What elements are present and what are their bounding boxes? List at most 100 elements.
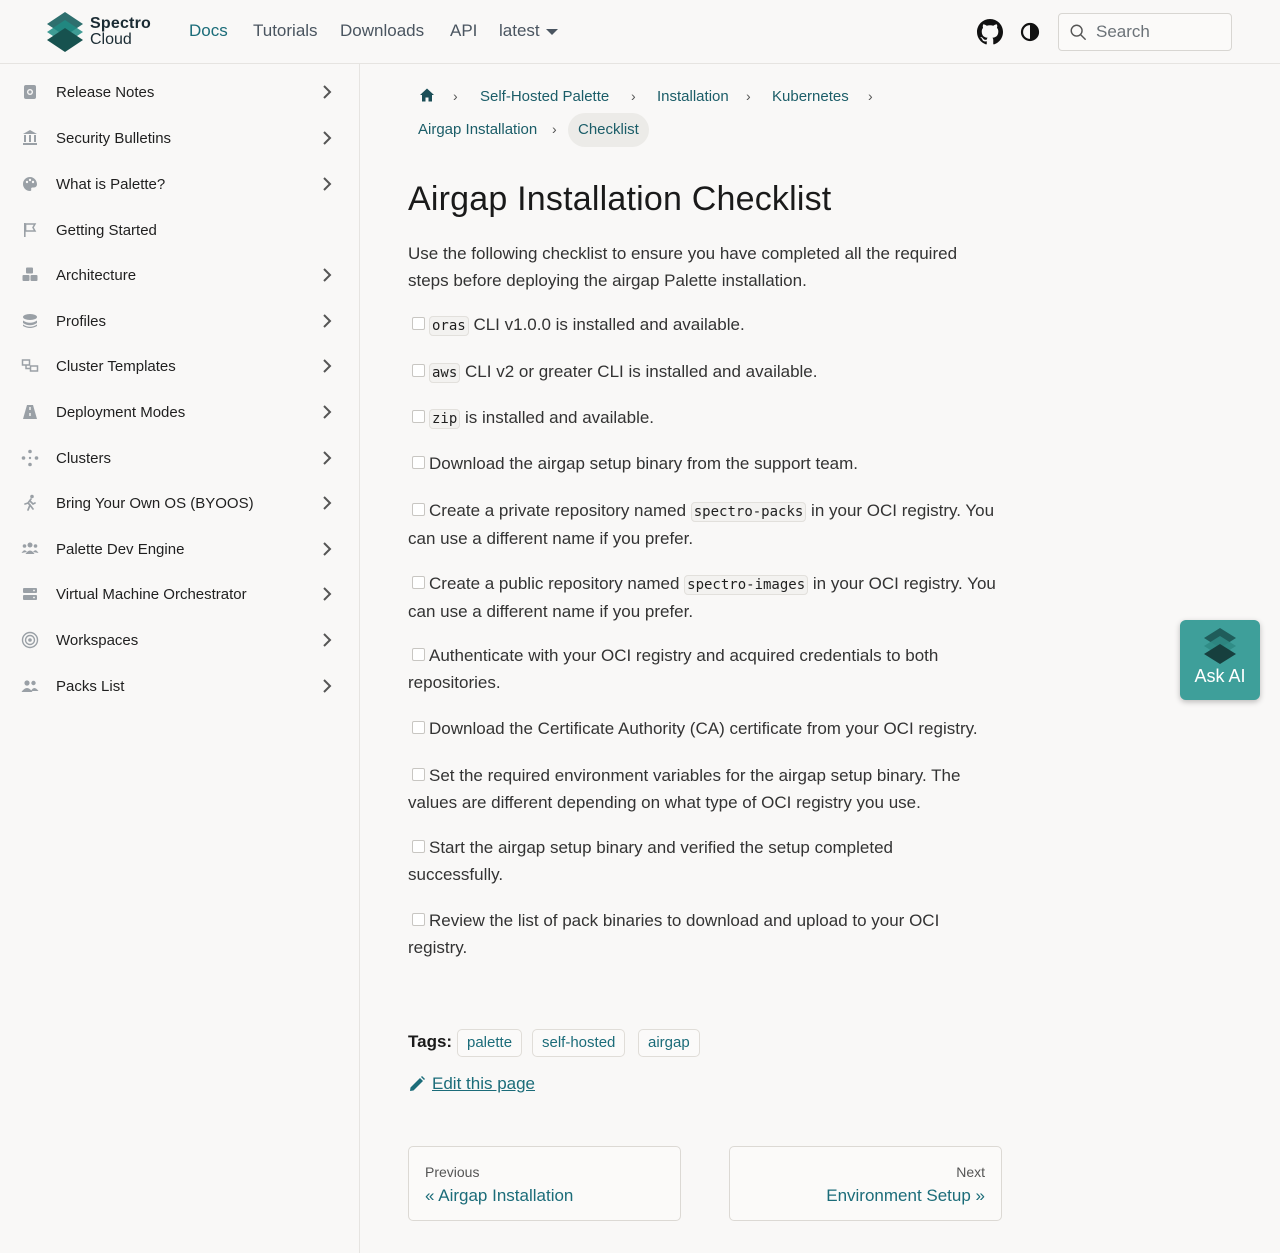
chevron-right-icon[interactable] <box>320 177 334 191</box>
sidebar-item-security-bulletins[interactable]: Security Bulletins <box>0 118 359 158</box>
breadcrumb-installation[interactable]: Installation <box>657 88 729 105</box>
edit-page-label: Edit this page <box>432 1074 536 1093</box>
chevron-right-icon[interactable] <box>320 587 334 601</box>
tag-self-hosted[interactable]: self-hosted <box>532 1029 626 1057</box>
tags-label: Tags: <box>408 1032 453 1051</box>
workspace-icon <box>21 631 39 649</box>
sidebar-item-label: Security Bulletins <box>56 129 172 147</box>
sidebar-item-workspaces[interactable]: Workspaces <box>0 620 359 660</box>
pager-prev-label: « Airgap Installation <box>425 1186 574 1205</box>
tag-palette[interactable]: palette <box>457 1029 523 1057</box>
chevron-right-icon[interactable] <box>320 496 334 510</box>
sidebar-item-getting-started[interactable]: Getting Started <box>0 210 359 250</box>
sidebar-item-byoos[interactable]: Bring Your Own OS (BYOOS) <box>0 483 359 523</box>
theme-toggle-icon[interactable] <box>1020 22 1040 42</box>
task-item: zip is installed and available. <box>408 405 1008 433</box>
inline-code: zip <box>429 409 461 429</box>
nav-tutorials[interactable]: Tutorials <box>253 21 318 41</box>
task-text: Authenticate with your OCI registry and … <box>408 646 939 692</box>
sidebar-item-label: Virtual Machine Orchestrator <box>56 585 247 603</box>
task-checkbox[interactable] <box>412 648 425 661</box>
task-checkbox[interactable] <box>412 503 425 516</box>
sidebar-item-clusters[interactable]: Clusters <box>0 438 359 478</box>
sidebar-item-vm-orchestrator[interactable]: Virtual Machine Orchestrator <box>0 574 359 614</box>
search-icon <box>1070 24 1086 40</box>
sidebar-item-architecture[interactable]: Architecture <box>0 255 359 295</box>
cubes-icon <box>21 266 39 284</box>
ask-ai-button[interactable]: Ask AI <box>1180 620 1260 700</box>
search-placeholder: Search <box>1096 22 1150 41</box>
version-label: latest <box>499 21 540 40</box>
chevron-right-icon[interactable] <box>320 268 334 282</box>
sidebar-item-profiles[interactable]: Profiles <box>0 301 359 341</box>
nav-downloads[interactable]: Downloads <box>340 21 424 41</box>
chevron-right-icon[interactable] <box>320 314 334 328</box>
sidebar-item-label: Architecture <box>56 266 137 284</box>
chevron-right-icon[interactable] <box>320 451 334 465</box>
nav-docs[interactable]: Docs <box>189 21 228 41</box>
spectro-cloud-logo[interactable]: Spectro Cloud <box>47 12 151 52</box>
breadcrumb-airgap-installation[interactable]: Airgap Installation <box>418 121 537 138</box>
sidebar-item-label: Clusters <box>56 449 112 467</box>
task-checkbox[interactable] <box>412 840 425 853</box>
inline-code: spectro-packs <box>690 502 807 522</box>
task-checkbox[interactable] <box>412 913 425 926</box>
task-item: Download the Certificate Authority (CA) … <box>408 716 1008 743</box>
chevron-right-icon[interactable] <box>320 359 334 373</box>
github-icon[interactable] <box>977 19 1003 45</box>
task-item: Set the required environment variables f… <box>408 763 978 816</box>
clusters-icon <box>21 449 39 467</box>
chevron-right-icon[interactable] <box>320 131 334 145</box>
logo-line1: Spectro <box>90 15 151 32</box>
nav-api[interactable]: API <box>450 21 477 41</box>
breadcrumb-current: Checklist <box>568 113 649 147</box>
sidebar-item-cluster-templates[interactable]: Cluster Templates <box>0 346 359 386</box>
pagination-next[interactable]: Next Environment Setup » <box>729 1146 1002 1221</box>
chevron-right-icon[interactable] <box>320 633 334 647</box>
breadcrumb-separator-icon: › <box>631 88 636 104</box>
task-checkbox[interactable] <box>412 721 425 734</box>
logo-line2: Cloud <box>90 31 132 48</box>
server-icon <box>21 585 39 603</box>
pagination-previous[interactable]: Previous « Airgap Installation <box>408 1146 681 1221</box>
task-checkbox[interactable] <box>412 410 425 423</box>
tag-airgap[interactable]: airgap <box>638 1029 700 1057</box>
chevron-right-icon[interactable] <box>320 679 334 693</box>
task-checkbox[interactable] <box>412 768 425 781</box>
task-checkbox[interactable] <box>412 317 425 330</box>
home-icon[interactable] <box>419 87 435 103</box>
inline-code: aws <box>429 363 461 383</box>
file-search-icon <box>21 83 39 101</box>
task-text: Review the list of pack binaries to down… <box>408 911 940 957</box>
task-item: Download the airgap setup binary from th… <box>408 451 1008 478</box>
edit-page-link[interactable]: Edit this page <box>408 1074 535 1094</box>
sidebar-item-label: Workspaces <box>56 631 139 649</box>
sidebar-item-release-notes[interactable]: Release Notes <box>0 72 359 112</box>
version-dropdown[interactable]: latest <box>499 21 558 41</box>
sidebar-item-label: Release Notes <box>56 83 155 101</box>
task-item: Review the list of pack binaries to down… <box>408 908 958 961</box>
sidebar-item-label: Deployment Modes <box>56 403 186 421</box>
breadcrumb-separator-icon: › <box>746 88 751 104</box>
task-checkbox[interactable] <box>412 364 425 377</box>
sidebar-item-deployment-modes[interactable]: Deployment Modes <box>0 392 359 432</box>
breadcrumb-kubernetes[interactable]: Kubernetes <box>772 88 849 105</box>
sidebar-item-palette-dev-engine[interactable]: Palette Dev Engine <box>0 529 359 569</box>
sidebar-item-label: Packs List <box>56 677 125 695</box>
chevron-right-icon[interactable] <box>320 85 334 99</box>
task-text: Download the airgap setup binary from th… <box>429 454 859 473</box>
task-text: Set the required environment variables f… <box>408 766 961 812</box>
palette-icon <box>21 175 39 193</box>
task-checkbox[interactable] <box>412 456 425 469</box>
breadcrumb-self-hosted-palette[interactable]: Self-Hosted Palette <box>480 88 609 105</box>
task-item: Create a public repository named spectro… <box>408 571 1003 625</box>
chevron-right-icon[interactable] <box>320 405 334 419</box>
chevron-right-icon[interactable] <box>320 542 334 556</box>
task-text: CLI v2 or greater CLI is installed and a… <box>460 362 818 381</box>
sidebar-item-packs-list[interactable]: Packs List <box>0 666 359 706</box>
task-item: aws CLI v2 or greater CLI is installed a… <box>408 359 1008 387</box>
sidebar-item-what-is-palette[interactable]: What is Palette? <box>0 164 359 204</box>
task-text: Start the airgap setup binary and verifi… <box>408 838 894 884</box>
task-checkbox[interactable] <box>412 576 425 589</box>
search-input[interactable]: Search <box>1058 13 1232 51</box>
